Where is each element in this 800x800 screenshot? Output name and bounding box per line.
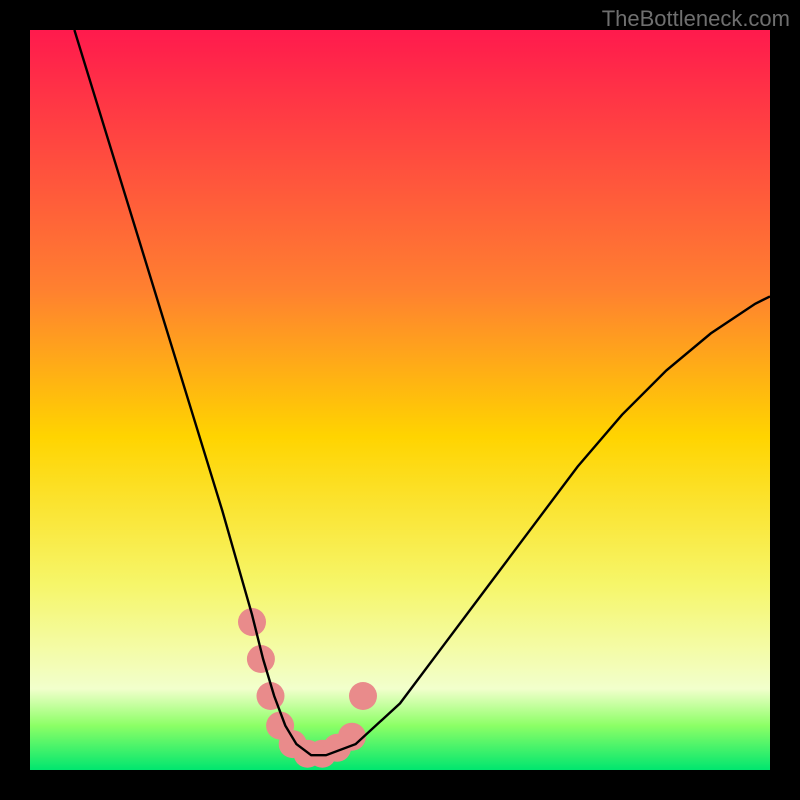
watermark-label: TheBottleneck.com <box>602 6 790 32</box>
chart-frame <box>0 0 800 800</box>
